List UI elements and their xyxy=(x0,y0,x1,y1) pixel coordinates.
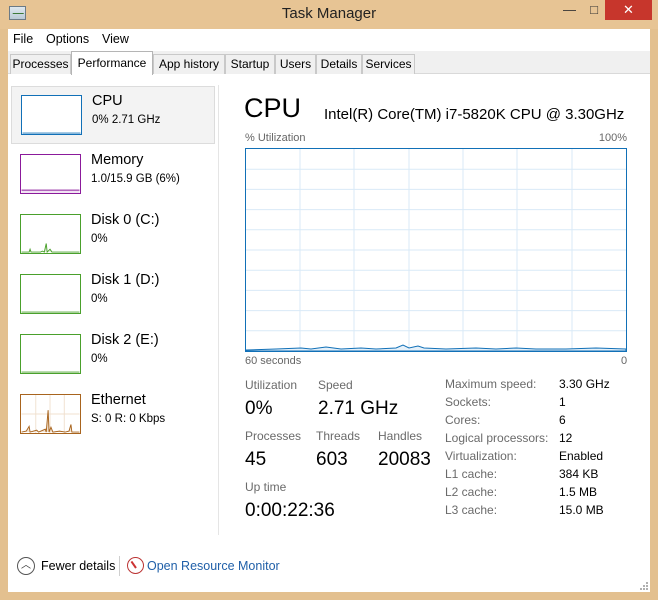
graph-axis-label: % Utilization xyxy=(245,132,306,144)
info-value-sockets: 1 xyxy=(559,395,566,409)
speed-value: 2.71 GHz xyxy=(318,398,399,419)
threads-value: 603 xyxy=(316,449,348,470)
tab-startup[interactable]: Startup xyxy=(225,54,275,74)
info-value-l2-cache: 1.5 MB xyxy=(559,485,598,499)
ethernet-thumbnail-graph xyxy=(20,394,81,434)
page-title: CPU xyxy=(244,93,302,123)
sidebar-item-label: Disk 2 (E:) xyxy=(91,332,159,348)
handles-value: 20083 xyxy=(378,449,431,470)
utilization-value: 0% xyxy=(245,398,273,419)
menu-file[interactable]: File xyxy=(13,32,33,46)
info-label-cores: Cores: xyxy=(445,413,481,427)
sidebar-item-ethernet[interactable]: Ethernet S: 0 R: 0 Kbps xyxy=(11,386,215,444)
footer-bar: ︿ Fewer details Open Resource Monitor xyxy=(8,540,650,592)
info-label-max-speed: Maximum speed: xyxy=(445,377,537,391)
cpu-thumbnail-graph xyxy=(21,95,82,135)
sidebar-item-value: 0% xyxy=(91,233,108,245)
sidebar-item-disk-2[interactable]: Disk 2 (E:) 0% xyxy=(11,326,215,384)
threads-label: Threads xyxy=(316,429,361,443)
menu-view[interactable]: View xyxy=(102,32,129,46)
speed-label: Speed xyxy=(318,378,353,392)
info-label-logical-processors: Logical processors: xyxy=(445,431,549,445)
tab-performance[interactable]: Performance xyxy=(71,51,153,75)
resize-grip-icon[interactable] xyxy=(638,580,648,590)
sidebar-item-label: CPU xyxy=(92,93,123,109)
info-label-sockets: Sockets: xyxy=(445,395,492,409)
info-label-l3-cache: L3 cache: xyxy=(445,503,498,517)
open-resource-monitor-link[interactable]: Open Resource Monitor xyxy=(147,559,280,573)
sidebar-item-value: S: 0 R: 0 Kbps xyxy=(91,413,166,425)
minimize-button[interactable]: — xyxy=(556,0,583,20)
fewer-details-button[interactable]: Fewer details xyxy=(41,559,115,573)
info-label-l1-cache: L1 cache: xyxy=(445,467,498,481)
resource-list: CPU 0% 2.71 GHz Memory 1.0/15.9 GB (6%) … xyxy=(8,75,218,535)
sidebar-item-memory[interactable]: Memory 1.0/15.9 GB (6%) xyxy=(11,146,215,204)
window-client: File Options View Processes Performance … xyxy=(8,29,650,592)
info-value-logical-processors: 12 xyxy=(559,431,573,445)
handles-label: Handles xyxy=(378,429,423,443)
utilization-label: Utilization xyxy=(245,378,298,392)
footer-divider xyxy=(119,556,120,576)
processes-value: 45 xyxy=(245,449,267,470)
sidebar-item-label: Disk 1 (D:) xyxy=(91,272,160,288)
info-label-virtualization: Virtualization: xyxy=(445,449,517,463)
sidebar-item-label: Memory xyxy=(91,152,144,168)
info-value-virtualization: Enabled xyxy=(559,449,604,463)
graph-time-end: 0 xyxy=(621,355,628,367)
sidebar-item-value: 0% xyxy=(91,293,108,305)
sidebar-item-value: 1.0/15.9 GB (6%) xyxy=(91,173,180,185)
sidebar-item-value: 0% xyxy=(91,353,108,365)
processes-label: Processes xyxy=(245,429,302,443)
sidebar-item-value: 0% 2.71 GHz xyxy=(92,114,161,126)
tab-processes[interactable]: Processes xyxy=(10,54,71,74)
tab-details[interactable]: Details xyxy=(316,54,362,74)
info-label-l2-cache: L2 cache: xyxy=(445,485,498,499)
sidebar-item-disk-0[interactable]: Disk 0 (C:) 0% xyxy=(11,206,215,264)
maximize-button[interactable]: □ xyxy=(583,0,605,20)
close-button[interactable]: ✕ xyxy=(605,0,652,20)
sidebar-item-cpu[interactable]: CPU 0% 2.71 GHz xyxy=(11,86,215,144)
disk-1-thumbnail-graph xyxy=(20,274,81,314)
menu-bar: File Options View xyxy=(8,29,650,51)
cpu-utilization-graph xyxy=(245,148,627,352)
info-value-l1-cache: 384 KB xyxy=(559,467,599,481)
disk-2-thumbnail-graph xyxy=(20,334,81,374)
sidebar-item-disk-1[interactable]: Disk 1 (D:) 0% xyxy=(11,266,215,324)
info-value-max-speed: 3.30 GHz xyxy=(559,377,610,391)
graph-time-label: 60 seconds xyxy=(245,355,302,367)
tab-app-history[interactable]: App history xyxy=(153,54,225,74)
uptime-label: Up time xyxy=(245,480,287,494)
menu-options[interactable]: Options xyxy=(46,32,89,46)
resource-monitor-icon xyxy=(127,557,144,574)
disk-0-thumbnail-graph xyxy=(20,214,81,254)
sidebar-item-label: Ethernet xyxy=(91,392,146,408)
sidebar-item-label: Disk 0 (C:) xyxy=(91,212,160,228)
tab-strip: Processes Performance App history Startu… xyxy=(8,51,650,75)
title-bar[interactable]: Task Manager — □ ✕ xyxy=(0,0,658,29)
info-value-cores: 6 xyxy=(559,413,566,427)
chevron-up-icon[interactable]: ︿ xyxy=(17,557,35,575)
sidebar-divider xyxy=(218,85,219,535)
uptime-value: 0:00:22:36 xyxy=(245,500,335,521)
graph-axis-max: 100% xyxy=(598,132,627,144)
info-value-l3-cache: 15.0 MB xyxy=(559,503,604,517)
tab-services[interactable]: Services xyxy=(362,54,415,74)
memory-thumbnail-graph xyxy=(20,154,81,194)
tab-users[interactable]: Users xyxy=(275,54,316,74)
cpu-model-name: Intel(R) Core(TM) i7-5820K CPU @ 3.30GHz xyxy=(324,106,625,123)
